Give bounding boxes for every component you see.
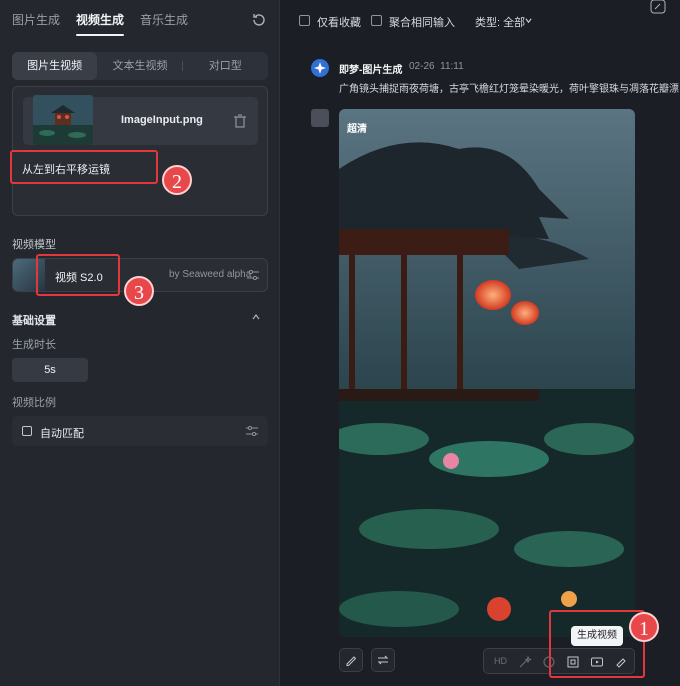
type-filter-dropdown[interactable]: 类型: 全部 bbox=[475, 14, 525, 30]
duration-button[interactable]: 5s bbox=[12, 358, 88, 382]
tab-image-gen[interactable]: 图片生成 bbox=[12, 0, 60, 40]
subtab-text-to-video[interactable]: 文本生视频 bbox=[97, 52, 182, 80]
settings-sliders-icon[interactable] bbox=[247, 270, 259, 280]
ratio-label: 视频比例 bbox=[12, 397, 56, 409]
user-avatar bbox=[311, 109, 329, 127]
tab-video-gen[interactable]: 视频生成 bbox=[76, 0, 125, 40]
model-provider: by Seaweed alpha bbox=[169, 269, 252, 280]
edit-icon[interactable] bbox=[650, 0, 666, 14]
video-mode-tabs: 图片生视频 文本生视频 对口型 bbox=[12, 52, 268, 80]
subtab-image-to-video[interactable]: 图片生视频 bbox=[12, 52, 98, 80]
annotation-badge-2: 2 bbox=[162, 165, 192, 195]
annotation-badge-3: 3 bbox=[124, 276, 154, 306]
dreamina-logo-icon bbox=[311, 59, 329, 77]
duration-label: 生成时长 bbox=[12, 339, 56, 351]
chevron-down-icon[interactable] bbox=[525, 17, 532, 24]
hd-button[interactable]: HD bbox=[494, 656, 507, 666]
filter-bar: 仅看收藏 聚合相同输入 类型: 全部 bbox=[287, 0, 680, 42]
magic-wand-icon[interactable] bbox=[518, 655, 532, 669]
app-window: 图片生成 视频生成 音乐生成 图片生视频 文本生视频 对口型 ImageInpu… bbox=[0, 0, 680, 686]
results-panel: 仅看收藏 聚合相同输入 类型: 全部 即梦-图片生成 02-26 11:11 广… bbox=[287, 0, 680, 686]
prompt-text: 从左到右平移运镜 bbox=[22, 164, 110, 176]
group-same-input-checkbox[interactable] bbox=[371, 15, 382, 26]
reset-icon[interactable] bbox=[251, 12, 267, 28]
message-date: 02-26 11:11 bbox=[409, 61, 464, 72]
uploaded-image-card: ImageInput.png bbox=[23, 95, 258, 145]
ratio-settings-icon[interactable] bbox=[246, 426, 258, 436]
main-tabs: 图片生成 视频生成 音乐生成 bbox=[0, 0, 280, 40]
model-section-label: 视频模型 bbox=[12, 239, 56, 251]
generated-image[interactable] bbox=[339, 109, 635, 637]
favorites-label: 仅看收藏 bbox=[317, 17, 361, 29]
trash-icon[interactable] bbox=[234, 114, 246, 128]
subtab-lip-sync[interactable]: 对口型 bbox=[183, 52, 268, 80]
sender-name: 即梦-图片生成 bbox=[339, 65, 403, 76]
group-same-input-label: 聚合相同输入 bbox=[389, 17, 455, 29]
edit-button[interactable] bbox=[339, 648, 363, 672]
chevron-up-icon[interactable] bbox=[252, 313, 260, 321]
divider bbox=[182, 61, 183, 71]
regenerate-button[interactable] bbox=[371, 648, 395, 672]
swap-icon bbox=[377, 655, 389, 665]
ratio-selector[interactable]: 自动匹配 bbox=[12, 416, 268, 446]
aspect-ratio-icon bbox=[22, 426, 32, 436]
uploaded-image-thumbnail bbox=[33, 95, 93, 145]
image-quality-badge: 超清 bbox=[347, 124, 367, 135]
basic-settings-label: 基础设置 bbox=[12, 315, 56, 327]
left-panel: 图片生成 视频生成 音乐生成 图片生视频 文本生视频 对口型 ImageInpu… bbox=[0, 0, 280, 686]
prompt-text-highlight[interactable]: 从左到右平移运镜 bbox=[10, 150, 158, 184]
pencil-icon bbox=[346, 656, 357, 666]
favorites-checkbox[interactable] bbox=[299, 15, 310, 26]
annotation-badge-1: 1 bbox=[629, 612, 659, 642]
model-highlight-box bbox=[36, 254, 120, 296]
uploaded-filename: ImageInput.png bbox=[121, 114, 203, 126]
prompt-message: 广角镜头捕捉雨夜荷塘，古亭飞檐红灯笼晕染暖光，荷叶擎银珠与凋落花瓣漂 bbox=[339, 84, 679, 95]
tab-music-gen[interactable]: 音乐生成 bbox=[140, 0, 188, 40]
ratio-value: 自动匹配 bbox=[40, 428, 84, 440]
